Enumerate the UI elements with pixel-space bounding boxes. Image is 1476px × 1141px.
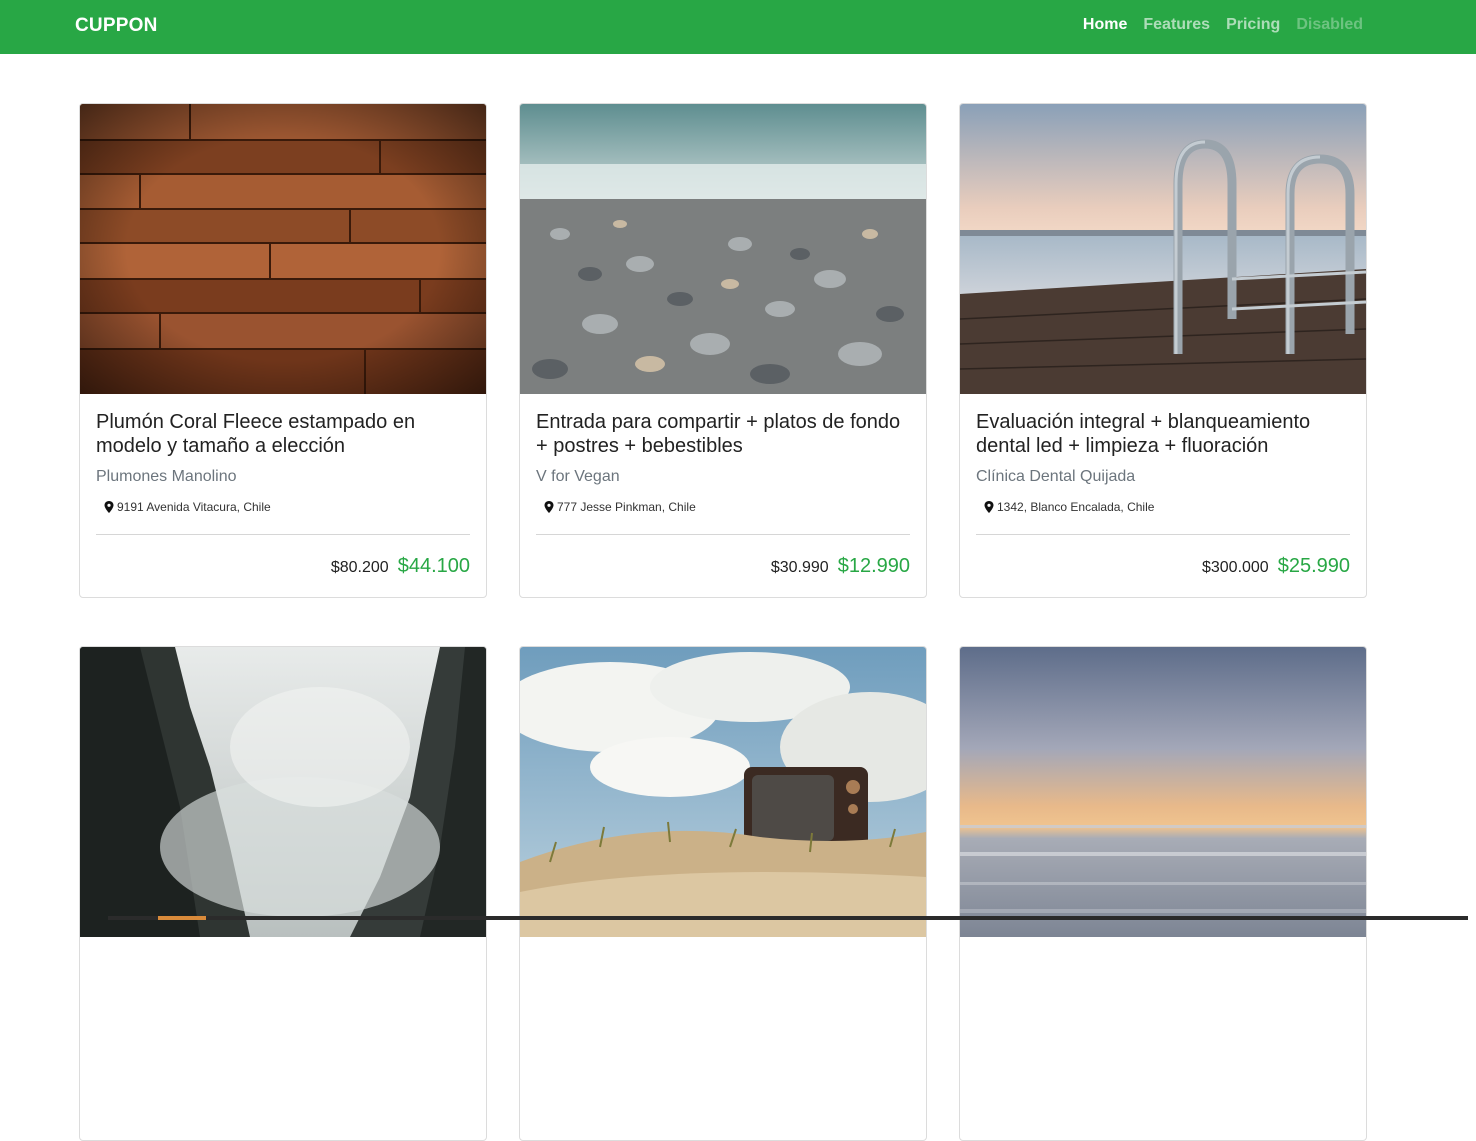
divider (536, 534, 910, 535)
pebble-beach-image (520, 104, 926, 394)
deal-card[interactable]: Evaluación integral + blanqueamiento den… (959, 103, 1367, 598)
deal-card[interactable] (519, 646, 927, 1141)
location-text: 9191 Avenida Vitacura, Chile (117, 500, 271, 514)
wood-planks-image (80, 104, 486, 394)
price-group: $30.990 $12.990 (771, 555, 910, 578)
nav-links: Home Features Pricing Disabled (1083, 16, 1363, 34)
merchant-name: Clínica Dental Quijada (976, 468, 1136, 485)
deal-card[interactable]: Plumón Coral Fleece estampado en modelo … (79, 103, 487, 598)
location: 9191 Avenida Vitacura, Chile (104, 500, 271, 514)
location-text: 1342, Blanco Encalada, Chile (997, 500, 1155, 514)
dock-ladder-image (960, 104, 1366, 394)
deal-title[interactable]: Entrada para compartir + platos de fondo… (536, 410, 916, 458)
old-price: $300.000 (1201, 559, 1269, 576)
tv-on-beach-image (520, 647, 926, 937)
divider (976, 534, 1350, 535)
deal-card[interactable] (959, 646, 1367, 1141)
nav-home[interactable]: Home (1083, 16, 1127, 34)
nav-pricing[interactable]: Pricing (1226, 16, 1280, 34)
merchant-name: Plumones Manolino (96, 468, 237, 485)
divider (96, 534, 470, 535)
price-group: $80.200 $44.100 (331, 555, 470, 578)
bottom-edge-strip (108, 916, 1468, 920)
new-price: $12.990 (837, 555, 910, 577)
deal-card[interactable] (79, 646, 487, 1141)
location: 777 Jesse Pinkman, Chile (544, 500, 696, 514)
nav-features[interactable]: Features (1143, 16, 1210, 34)
foggy-cliffs-image (80, 647, 486, 937)
new-price: $44.100 (397, 555, 470, 577)
deal-title[interactable]: Evaluación integral + blanqueamiento den… (976, 410, 1356, 458)
map-marker-icon (544, 501, 554, 513)
deal-title[interactable]: Plumón Coral Fleece estampado en modelo … (96, 410, 476, 458)
top-navbar: CUPPON Home Features Pricing Disabled (0, 0, 1476, 54)
location: 1342, Blanco Encalada, Chile (984, 500, 1154, 514)
map-marker-icon (104, 501, 114, 513)
price-group: $300.000 $25.990 (1202, 555, 1350, 578)
old-price: $80.200 (330, 559, 389, 576)
location-text: 777 Jesse Pinkman, Chile (557, 500, 696, 514)
old-price: $30.990 (770, 559, 829, 576)
brand-logo[interactable]: CUPPON (75, 15, 158, 37)
merchant-name: V for Vegan (536, 468, 620, 485)
nav-disabled: Disabled (1296, 16, 1363, 33)
deal-card[interactable]: Entrada para compartir + platos de fondo… (519, 103, 927, 598)
new-price: $25.990 (1277, 555, 1350, 577)
map-marker-icon (984, 501, 994, 513)
sunset-sea-image (960, 647, 1366, 937)
